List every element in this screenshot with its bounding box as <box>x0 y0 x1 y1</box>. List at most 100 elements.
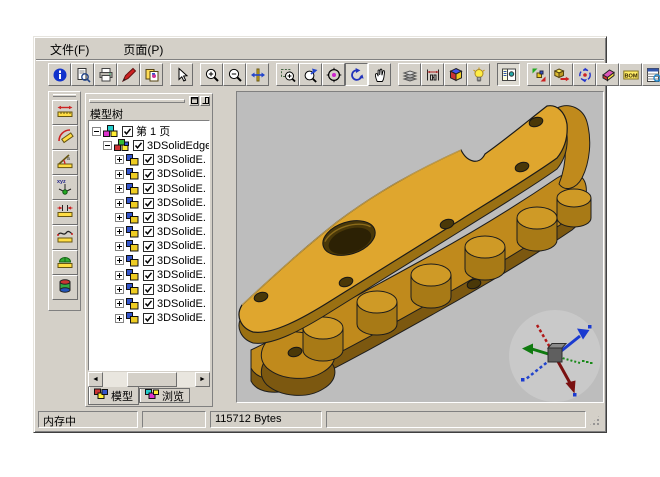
visibility-checkbox[interactable] <box>143 183 154 194</box>
measure-gap-button[interactable] <box>52 200 78 225</box>
dynamic-zoom-button[interactable] <box>299 63 322 86</box>
pan-button[interactable] <box>368 63 391 86</box>
tree-node-label[interactable]: 3DSolidE. <box>157 269 206 281</box>
tree-row-page[interactable]: 第 1 页 <box>91 124 209 138</box>
expand-icon[interactable] <box>115 271 124 280</box>
scroll-track[interactable] <box>103 372 195 387</box>
select-cursor-button[interactable] <box>170 63 193 86</box>
tree-row-part[interactable]: 3DSolidE. <box>91 225 209 239</box>
visibility-checkbox[interactable] <box>122 126 133 137</box>
expand-icon[interactable] <box>115 285 124 294</box>
info-button[interactable] <box>48 63 71 86</box>
tree-row-part[interactable]: 3DSolidE. <box>91 167 209 181</box>
tree-row-part[interactable]: 3DSolidE. <box>91 210 209 224</box>
panel-close-button[interactable] <box>200 96 210 106</box>
visibility-checkbox[interactable] <box>143 154 154 165</box>
expand-icon[interactable] <box>115 213 124 222</box>
zoom-fit-button[interactable] <box>246 63 269 86</box>
tree-row-part[interactable]: 3DSolidE. <box>91 239 209 253</box>
tab-browse[interactable]: 浏览 <box>139 388 190 403</box>
visibility-checkbox[interactable] <box>143 198 154 209</box>
light-button[interactable] <box>467 63 490 86</box>
visibility-checkbox[interactable] <box>143 226 154 237</box>
report-button[interactable] <box>642 63 660 86</box>
tree-node-label[interactable]: 3DSolidE. <box>157 168 206 180</box>
bom-button[interactable]: BOM <box>619 63 642 86</box>
visibility-checkbox[interactable] <box>143 298 154 309</box>
tree-node-label[interactable]: 第 1 页 <box>136 123 170 139</box>
move-part-button[interactable] <box>550 63 573 86</box>
expand-icon[interactable] <box>115 242 124 251</box>
visibility-checkbox[interactable] <box>143 313 154 324</box>
measure-angle-button[interactable]: a <box>52 150 78 175</box>
visibility-checkbox[interactable] <box>143 270 154 281</box>
tree-row-part[interactable]: 3DSolidE. <box>91 254 209 268</box>
collapse-icon[interactable] <box>92 127 101 136</box>
layers-button[interactable] <box>398 63 421 86</box>
view-box-button[interactable] <box>444 63 467 86</box>
tree-node-label[interactable]: 3DSolidE. <box>157 154 206 166</box>
measure-area-button[interactable] <box>52 250 78 275</box>
measure-volume-button[interactable] <box>52 275 78 300</box>
visibility-checkbox[interactable] <box>143 255 154 266</box>
collapse-icon[interactable] <box>103 141 112 150</box>
visibility-checkbox[interactable] <box>133 140 144 151</box>
expand-icon[interactable] <box>115 155 124 164</box>
markup-pen-button[interactable] <box>117 63 140 86</box>
tree-node-label[interactable]: 3DSolidE. <box>157 183 206 195</box>
tree-node-label[interactable]: 3DSolidEdge. <box>147 140 210 152</box>
print-preview-button[interactable] <box>71 63 94 86</box>
visibility-checkbox[interactable] <box>143 212 154 223</box>
panel-toggle-button[interactable] <box>497 63 520 86</box>
measure-radius-button[interactable] <box>52 125 78 150</box>
panel-grip[interactable] <box>89 99 185 103</box>
menu-page[interactable]: 页面(P) <box>119 40 167 59</box>
rotate-center-button[interactable] <box>322 63 345 86</box>
erase-part-button[interactable] <box>596 63 619 86</box>
tree-node-label[interactable]: 3DSolidE. <box>157 212 206 224</box>
tree-row-part[interactable]: 3DSolidE. <box>91 196 209 210</box>
tree-node-label[interactable]: 3DSolidE. <box>157 226 206 238</box>
zoom-window-button[interactable] <box>276 63 299 86</box>
tree-row-part[interactable]: 3DSolidE. <box>91 311 209 325</box>
expand-icon[interactable] <box>115 170 124 179</box>
tree-node-label[interactable]: 3DSolidE. <box>157 283 206 295</box>
measure-curve-button[interactable] <box>52 225 78 250</box>
zoom-out-button[interactable] <box>223 63 246 86</box>
expand-icon[interactable] <box>115 199 124 208</box>
measure-distance-button[interactable] <box>52 100 78 125</box>
tab-model[interactable]: 模型 <box>88 387 139 405</box>
tree-node-label[interactable]: 3DSolidE. <box>157 298 206 310</box>
viewport-3d[interactable] <box>236 91 604 403</box>
pmi-button[interactable] <box>421 63 444 86</box>
tree-row-part[interactable]: 3DSolidE. <box>91 297 209 311</box>
expand-icon[interactable] <box>115 314 124 323</box>
visibility-checkbox[interactable] <box>143 169 154 180</box>
resize-grip[interactable] <box>588 414 601 427</box>
panel-float-button[interactable] <box>189 96 199 106</box>
tree-node-label[interactable]: 3DSolidE. <box>157 312 206 324</box>
tree-node-label[interactable]: 3DSolidE. <box>157 255 206 267</box>
toolbar-grip[interactable] <box>53 94 76 97</box>
color-stamp-button[interactable] <box>140 63 163 86</box>
rotate-part-button[interactable] <box>573 63 596 86</box>
tree-row-part[interactable]: 3DSolidE. <box>91 282 209 296</box>
tree-row-part[interactable]: 3DSolidE. <box>91 268 209 282</box>
expand-icon[interactable] <box>115 184 124 193</box>
print-button[interactable] <box>94 63 117 86</box>
visibility-checkbox[interactable] <box>143 241 154 252</box>
rotate-button[interactable] <box>345 63 368 86</box>
tree-node-label[interactable]: 3DSolidE. <box>157 197 206 209</box>
visibility-checkbox[interactable] <box>143 284 154 295</box>
explode-button[interactable] <box>527 63 550 86</box>
tree-node-label[interactable]: 3DSolidE. <box>157 240 206 252</box>
tree-row-part[interactable]: 3DSolidE. <box>91 153 209 167</box>
expand-icon[interactable] <box>115 227 124 236</box>
zoom-in-button[interactable] <box>200 63 223 86</box>
scroll-right-button[interactable]: ► <box>195 372 210 387</box>
scroll-thumb[interactable] <box>127 372 177 387</box>
scroll-left-button[interactable]: ◄ <box>88 372 103 387</box>
measure-coordinate-button[interactable]: xyz <box>52 175 78 200</box>
tree-row-part[interactable]: 3DSolidE. <box>91 182 209 196</box>
tree-row-assembly[interactable]: 3DSolidEdge. <box>91 138 209 152</box>
